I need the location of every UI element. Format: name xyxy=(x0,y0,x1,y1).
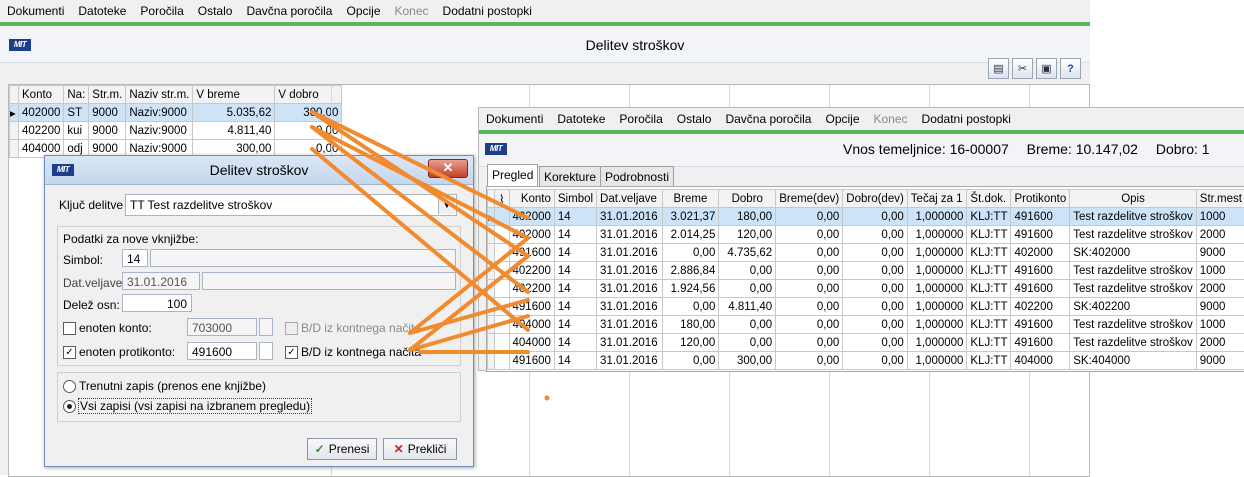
annotation-line xyxy=(410,238,528,333)
annotation-line xyxy=(312,149,528,330)
annotation-line xyxy=(312,127,528,292)
annotation-line xyxy=(312,127,528,238)
annotation-dot xyxy=(545,396,550,401)
annotation-line xyxy=(312,112,528,218)
annotation-overlay xyxy=(0,0,1244,475)
